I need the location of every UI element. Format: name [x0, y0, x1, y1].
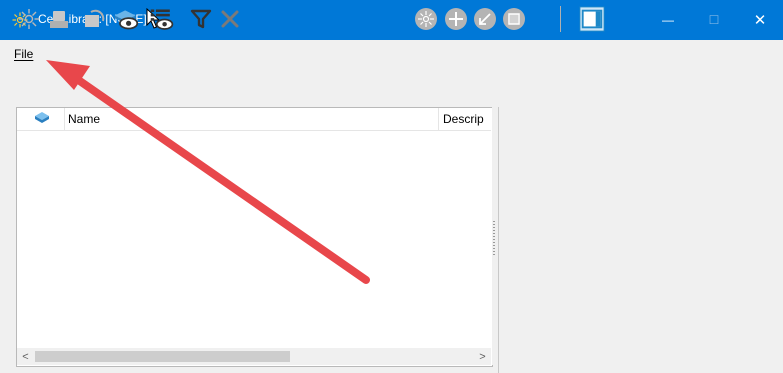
cell-sparkle-icon	[19, 9, 39, 29]
splitter-grip[interactable]	[493, 221, 495, 257]
minimize-button[interactable]: —	[645, 0, 691, 40]
maximize-button[interactable]: ☐	[691, 0, 737, 40]
close-icon: ✕	[753, 12, 767, 29]
scrollbar-thumb[interactable]	[35, 351, 290, 362]
preview-panel-toggle-button[interactable]	[579, 6, 605, 32]
show-preview-button[interactable]	[113, 6, 139, 32]
maximize-icon: ☐	[708, 13, 720, 27]
scroll-right-button[interactable]: >	[474, 348, 491, 365]
close-button[interactable]: ✕	[737, 0, 783, 40]
cell-preview-pane	[498, 107, 783, 373]
active-cell-button[interactable]	[413, 6, 439, 32]
point-cell-button[interactable]	[443, 6, 469, 32]
replace-cell-icon	[85, 9, 105, 27]
delete-icon	[221, 10, 239, 28]
toolbar	[0, 68, 783, 106]
show-preview-icon	[114, 10, 139, 30]
list-view-icon	[150, 9, 174, 30]
column-divider[interactable]	[64, 108, 65, 130]
list-view-button[interactable]	[149, 6, 175, 32]
column-divider[interactable]	[438, 108, 439, 130]
place-cell-icon	[50, 11, 68, 28]
menu-file[interactable]: File	[14, 47, 33, 61]
place-cell-button[interactable]	[46, 6, 72, 32]
menu-bar	[0, 40, 783, 68]
cell-list-pane[interactable]	[16, 107, 493, 367]
active-cell-icon	[415, 8, 437, 30]
toolbar-separator	[560, 6, 561, 32]
point-cell-icon	[445, 8, 467, 30]
new-cell-button[interactable]	[16, 6, 42, 32]
terminator-cell-icon	[474, 8, 496, 30]
column-header-description[interactable]: Descrip	[443, 112, 489, 126]
cell-type-column-icon	[35, 112, 49, 123]
column-header-name[interactable]: Name	[68, 112, 100, 126]
preview-panel-toggle-icon	[579, 6, 605, 32]
minimize-icon: —	[662, 13, 674, 27]
delete-button[interactable]	[217, 6, 243, 32]
pattern-cell-icon	[503, 8, 525, 30]
scroll-left-button[interactable]: <	[17, 348, 34, 365]
pattern-cell-button[interactable]	[501, 6, 527, 32]
filter-button[interactable]	[188, 6, 214, 32]
filter-icon	[190, 9, 212, 29]
replace-cell-button[interactable]	[80, 6, 106, 32]
terminator-cell-button[interactable]	[472, 6, 498, 32]
